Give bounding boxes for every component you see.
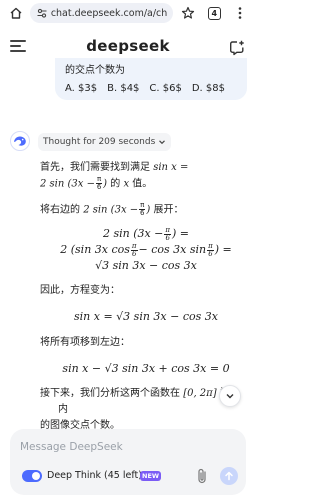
new-badge: NEW	[140, 471, 162, 481]
scroll-down-button[interactable]	[219, 385, 241, 407]
deep-think-toggle[interactable]	[22, 470, 42, 482]
message-input[interactable]: Message DeepSeek	[20, 441, 123, 453]
chevron-down-icon	[159, 140, 166, 145]
equation-block-1: 2 sin (3x − π 6) = 2 (sin 3x cos π 6− cos 3x…	[60, 225, 232, 272]
user-message-text: 的交点个数为	[65, 65, 125, 76]
star-icon[interactable]	[179, 3, 199, 23]
app-logo: deepseek	[86, 37, 170, 55]
attach-icon[interactable]	[194, 467, 210, 485]
thought-label: Thought for 209 seconds	[43, 137, 156, 147]
equation-block-3: sin x − √3 sin 3x + cos 3x = 0	[62, 362, 230, 375]
more-icon[interactable]	[230, 3, 250, 23]
answer-paragraph-2: 将右边的 2 sin (3x − π 6) 展开：	[40, 201, 184, 217]
browser-toolbar: chat.deepseek.com/a/ch 4	[0, 0, 256, 26]
user-message-bubble: 的交点个数为 A. $3$ B. $4$ C. $6$ D. $8$	[55, 58, 247, 100]
url-text: chat.deepseek.com/a/ch	[50, 7, 167, 19]
address-bar[interactable]: chat.deepseek.com/a/ch	[29, 3, 173, 23]
tab-count: 4	[207, 6, 221, 20]
fraction-pi-over-6: π6	[139, 201, 146, 217]
deepseek-avatar-icon	[10, 131, 30, 151]
option-d: D. $8$	[191, 83, 226, 94]
site-settings-icon[interactable]	[36, 7, 48, 19]
scroll-down-icon	[226, 394, 234, 399]
tab-count-icon[interactable]: 4	[204, 3, 224, 23]
option-b: B. $4$	[107, 83, 140, 94]
answer-paragraph-3: 因此，方程变为：	[40, 285, 120, 296]
answer-paragraph-1: 首先，我们需要找到满足 sin x = 2 sin (3x − π 6) 的 x 值…	[40, 162, 189, 191]
deep-think-label[interactable]: Deep Think (45 left)	[47, 470, 142, 482]
answer-paragraph-4: 将所有项移到左边：	[40, 337, 130, 348]
message-composer: Message DeepSeek Deep Think (45 left) NE…	[10, 429, 246, 495]
send-icon	[225, 471, 233, 481]
option-a: A. $3$	[65, 83, 98, 94]
send-button[interactable]	[220, 467, 238, 485]
fraction-pi-over-6: π6	[95, 175, 103, 191]
new-chat-icon[interactable]	[228, 39, 246, 57]
thought-toggle[interactable]: Thought for 209 seconds	[38, 133, 172, 151]
home-icon[interactable]	[6, 3, 26, 23]
option-c: C. $6$	[149, 83, 182, 94]
answer-options: A. $3$ B. $4$ C. $6$ D. $8$	[65, 82, 237, 96]
equation-block-2: sin x = √3 sin 3x − cos 3x	[74, 310, 218, 323]
